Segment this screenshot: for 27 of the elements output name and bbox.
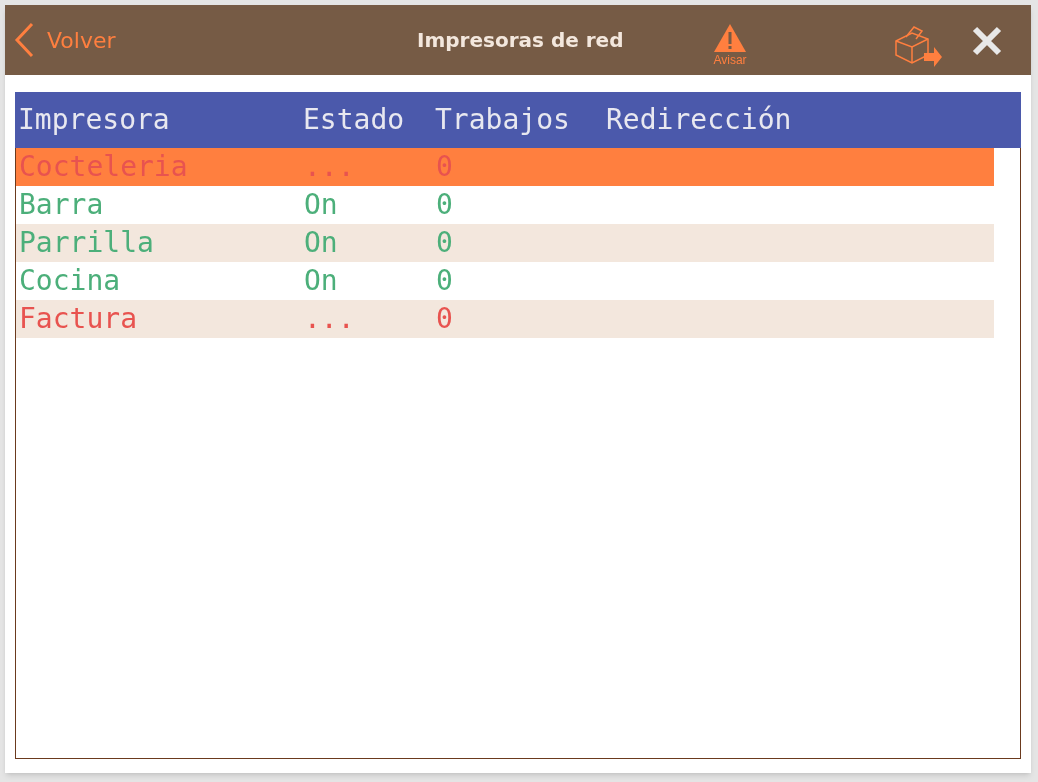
table-cell: Barra: [19, 188, 104, 221]
table-cell: Parrilla: [19, 226, 154, 259]
table-cell: 0: [436, 226, 453, 259]
column-header: Impresora: [18, 102, 171, 138]
back-button[interactable]: Volver: [13, 22, 116, 58]
column-header: Trabajos: [435, 102, 571, 138]
table-cell: 0: [436, 302, 453, 335]
table-row[interactable]: Factura ... 0: [16, 300, 994, 338]
warn-button[interactable]: Avisar: [713, 23, 747, 67]
table-cell: ...: [304, 150, 355, 183]
table-cell: Factura: [19, 302, 137, 335]
table-cell: On: [304, 188, 338, 221]
window-title: Impresoras de red: [417, 27, 624, 54]
warning-icon: [713, 23, 747, 53]
table-cell: ...: [304, 302, 355, 335]
close-icon: [971, 25, 1003, 57]
table-cell: 0: [436, 264, 453, 297]
table-cell: 0: [436, 188, 453, 221]
table-cell: On: [304, 226, 338, 259]
table-cell: Cocina: [19, 264, 121, 297]
close-button[interactable]: [971, 25, 1003, 57]
table-row[interactable]: Parrilla On 0: [16, 224, 994, 262]
table-cell: On: [304, 264, 338, 297]
printer-redirect-icon[interactable]: [894, 25, 942, 67]
column-header: Redirección: [606, 102, 793, 138]
column-header: Estado: [303, 102, 406, 138]
chevron-left-icon: [13, 22, 35, 58]
